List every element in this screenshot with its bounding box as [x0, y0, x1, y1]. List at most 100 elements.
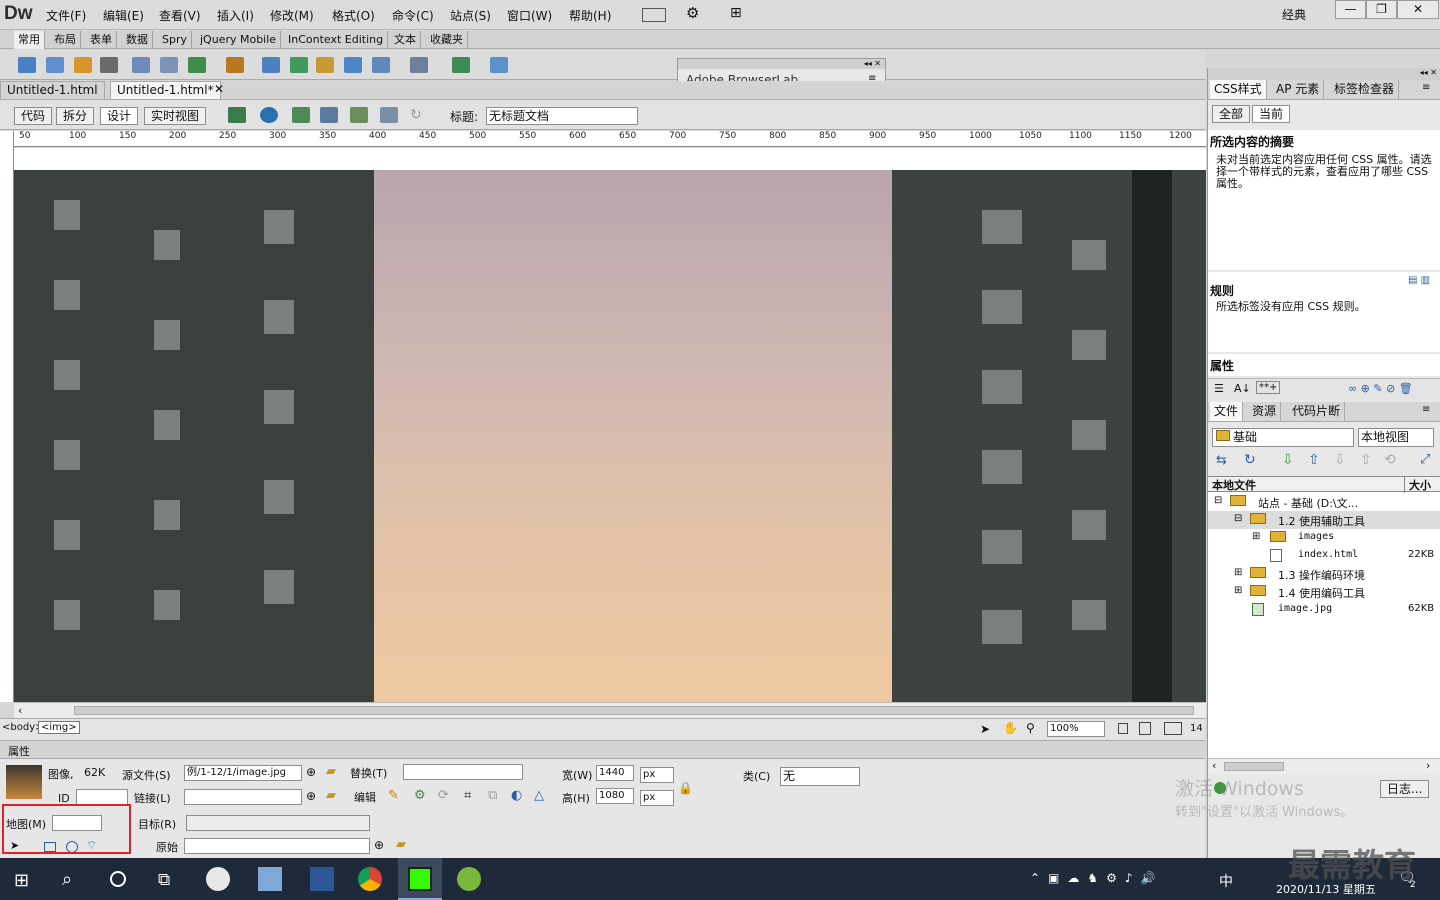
tree-row[interactable]: ⊟ 站点 - 基础 (D:\文... [1208, 493, 1440, 511]
sync-icon[interactable]: ⟲ [1384, 452, 1396, 468]
menu-file[interactable]: 文件(F) [46, 7, 86, 24]
expand-icon[interactable]: ⤢ [1420, 452, 1430, 467]
layout-icon[interactable] [642, 8, 666, 22]
hand-tool-icon[interactable]: ✋ [1003, 721, 1018, 735]
scroll-thumb[interactable] [1224, 762, 1284, 771]
about-icon[interactable]: ▤ ▥ [1408, 275, 1430, 286]
task-view-icon[interactable]: ⧉ [158, 870, 170, 890]
named-anchor-icon[interactable] [74, 57, 92, 73]
refresh-files-icon[interactable]: ↻ [1244, 452, 1256, 468]
image-icon[interactable] [188, 57, 206, 73]
canvas-horizontal-scrollbar[interactable]: ‹ [14, 702, 1206, 718]
doc-tab-untitled[interactable]: Untitled-1.html [0, 81, 105, 99]
tab-data[interactable]: 数据 [122, 31, 153, 49]
tab-css-styles[interactable]: CSS样式 [1210, 80, 1267, 99]
log-button[interactable]: 日志... [1380, 780, 1430, 798]
pinwheel-app-icon[interactable] [206, 867, 230, 891]
height-input[interactable]: 1080 [596, 788, 634, 804]
tab-ap-elements[interactable]: AP 元素 [1272, 80, 1325, 99]
class-select[interactable]: 无 [780, 767, 860, 786]
optimize-icon[interactable]: ⚙ [414, 788, 426, 803]
script-icon[interactable] [410, 57, 428, 73]
tray-icons[interactable]: ⌃▣☁♞⚙♪🔊 [1030, 871, 1164, 885]
maximize-button[interactable]: ❐ [1366, 0, 1397, 19]
size-header[interactable]: 大小 [1404, 477, 1431, 493]
width-unit-select[interactable]: px [640, 767, 674, 783]
zoom-tool-icon[interactable]: ⚲ [1026, 721, 1035, 735]
hr-icon[interactable] [100, 57, 118, 73]
css-all-button[interactable]: 全部 [1212, 105, 1251, 123]
code-view-button[interactable]: 代码 [14, 107, 53, 125]
tab-incontext-editing[interactable]: InContext Editing [284, 31, 389, 49]
crop-icon[interactable]: ⌗ [464, 788, 471, 803]
ime-indicator[interactable]: 中 [1219, 871, 1233, 891]
original-folder-icon[interactable]: ▰ [396, 837, 406, 852]
link-input[interactable] [184, 789, 302, 805]
search-icon[interactable]: ⌕ [62, 869, 72, 890]
menu-edit[interactable]: 编辑(E) [103, 7, 144, 24]
panel-collapse-icon[interactable]: ◂◂ ✕ [1208, 68, 1440, 80]
visual-aids-icon[interactable] [350, 107, 368, 123]
template-icon[interactable] [452, 57, 470, 73]
tag-chooser-icon[interactable] [490, 57, 508, 73]
height-unit-select[interactable]: px [640, 790, 674, 806]
head-icon[interactable] [372, 57, 390, 73]
link-folder-icon[interactable]: ▰ [326, 788, 336, 803]
local-files-header[interactable]: 本地文件 [1212, 477, 1256, 493]
title-input[interactable]: 无标题文档 [486, 107, 638, 125]
menu-site[interactable]: 站点(S) [450, 7, 491, 24]
attach-stylesheet-icon[interactable]: ∞ ⊕ ✎ ⊘ 🗑 [1348, 382, 1413, 395]
live-view-button[interactable]: 实时视图 [144, 107, 207, 125]
multiscreen-icon[interactable] [228, 107, 246, 123]
word-app-icon[interactable] [310, 867, 334, 891]
tree-row[interactable]: ⊟ 1.2 使用辅助工具 [1208, 511, 1440, 529]
original-input[interactable] [184, 838, 370, 854]
id-input[interactable] [76, 789, 128, 805]
site-manage-icon[interactable]: ⊞ [730, 5, 742, 21]
checkout-icon[interactable]: ⇩ [1334, 452, 1346, 468]
chrome-app-icon[interactable] [358, 867, 382, 891]
tablet-size-icon[interactable] [1139, 722, 1151, 735]
preview-browser-icon[interactable] [260, 107, 278, 123]
close-tab-icon[interactable]: ✕ [214, 82, 224, 96]
menu-insert[interactable]: 插入(I) [217, 7, 254, 24]
split-view-button[interactable]: 拆分 [56, 107, 95, 125]
link-point-icon[interactable]: ⊕ [306, 789, 316, 803]
put-files-icon[interactable]: ⇧ [1308, 452, 1320, 468]
workspace-switcher[interactable]: 经典 [1282, 6, 1306, 23]
minimize-button[interactable]: — [1335, 0, 1366, 19]
ssi-icon[interactable] [316, 57, 334, 73]
tree-row[interactable]: ⊞ 1.4 使用编码工具 [1208, 583, 1440, 601]
css-current-button[interactable]: 当前 [1252, 105, 1291, 123]
files-horizontal-scrollbar[interactable]: ‹ › [1208, 758, 1440, 774]
menu-format[interactable]: 格式(O) [332, 7, 375, 24]
close-button[interactable]: ✕ [1397, 0, 1439, 19]
connect-icon[interactable]: ⇆ [1216, 453, 1227, 468]
tree-row[interactable]: ⊞ 1.3 操作编码环境 [1208, 565, 1440, 583]
page-image[interactable] [14, 170, 1206, 702]
scroll-thumb[interactable] [74, 706, 1194, 715]
tree-row[interactable]: image.jpg 62KB [1208, 601, 1440, 619]
edit-pencil-icon[interactable]: ✎ [388, 788, 399, 803]
get-files-icon[interactable]: ⇩ [1282, 452, 1294, 468]
media-icon[interactable] [226, 57, 244, 73]
panel-collapse-icon[interactable]: ◂◂ ✕ [678, 59, 885, 69]
menu-window[interactable]: 窗口(W) [507, 7, 552, 24]
width-input[interactable]: 1440 [596, 765, 634, 781]
zoom-select[interactable]: 100% [1047, 721, 1105, 737]
notepad-app-icon[interactable] [258, 867, 282, 891]
site-select[interactable]: 基础 [1212, 428, 1354, 447]
tab-favorites[interactable]: 收藏夹 [426, 31, 468, 49]
table-icon[interactable] [132, 57, 150, 73]
browser-compat-icon[interactable] [380, 107, 398, 123]
browse-folder-icon[interactable]: ▰ [326, 764, 336, 779]
menu-modify[interactable]: 修改(M) [270, 7, 314, 24]
desktop-size-icon[interactable] [1164, 722, 1182, 735]
mobile-size-icon[interactable] [1118, 723, 1128, 734]
div-icon[interactable] [160, 57, 178, 73]
menu-commands[interactable]: 命令(C) [392, 7, 434, 24]
tab-files[interactable]: 文件 [1210, 402, 1244, 421]
tree-row[interactable]: ⊞ images [1208, 529, 1440, 547]
resample-icon[interactable]: ⧉ [488, 788, 497, 803]
lock-icon[interactable]: 🔒 [678, 781, 693, 795]
